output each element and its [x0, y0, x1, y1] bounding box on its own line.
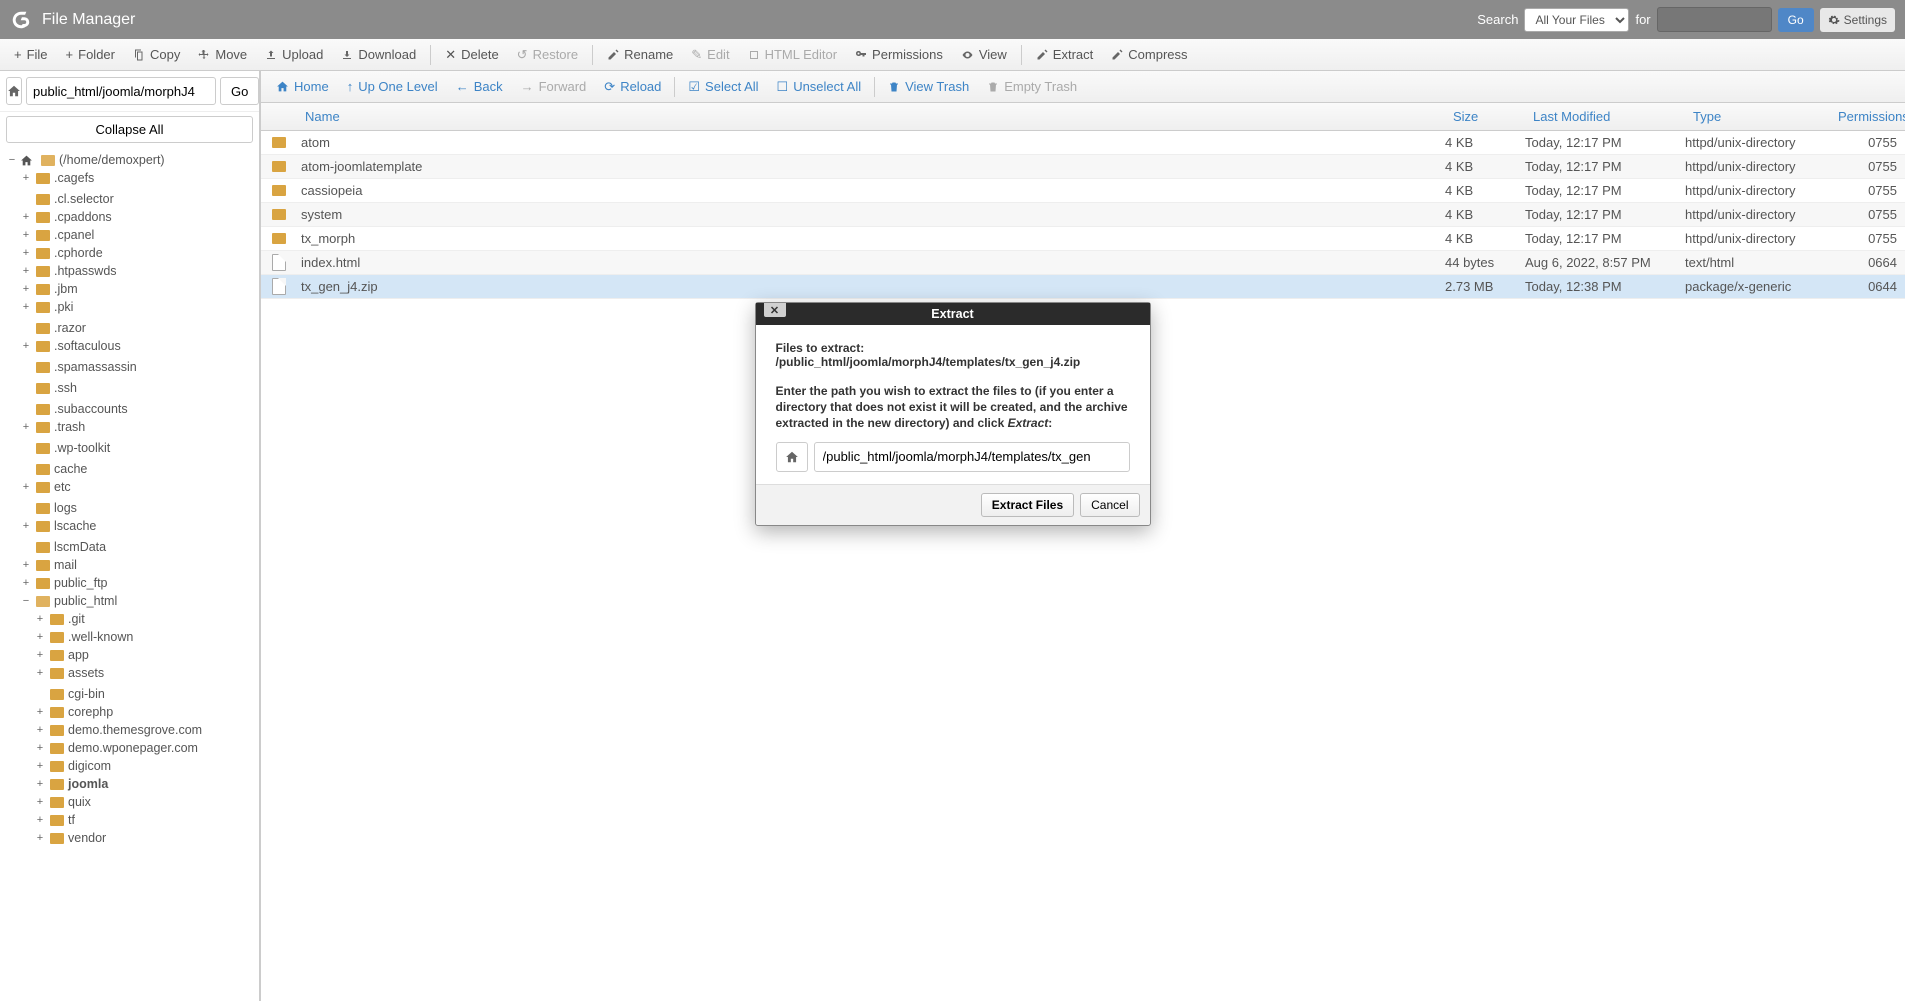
modal-title: Extract — [756, 307, 1150, 321]
modal-home-button[interactable] — [776, 442, 808, 472]
modal-close-button[interactable]: ✕ — [764, 303, 786, 317]
close-icon: ✕ — [770, 304, 779, 317]
extract-files-button[interactable]: Extract Files — [981, 493, 1074, 517]
files-to-extract-label: Files to extract: — [776, 341, 1130, 355]
modal-overlay: ✕ Extract Files to extract: /public_html… — [0, 0, 1905, 1001]
extract-instruction: Enter the path you wish to extract the f… — [776, 383, 1130, 432]
files-to-extract-path: /public_html/joomla/morphJ4/templates/tx… — [776, 355, 1130, 369]
cancel-button[interactable]: Cancel — [1080, 493, 1139, 517]
extract-modal: ✕ Extract Files to extract: /public_html… — [755, 302, 1151, 526]
extract-path-input[interactable] — [814, 442, 1130, 472]
home-icon — [785, 450, 799, 464]
